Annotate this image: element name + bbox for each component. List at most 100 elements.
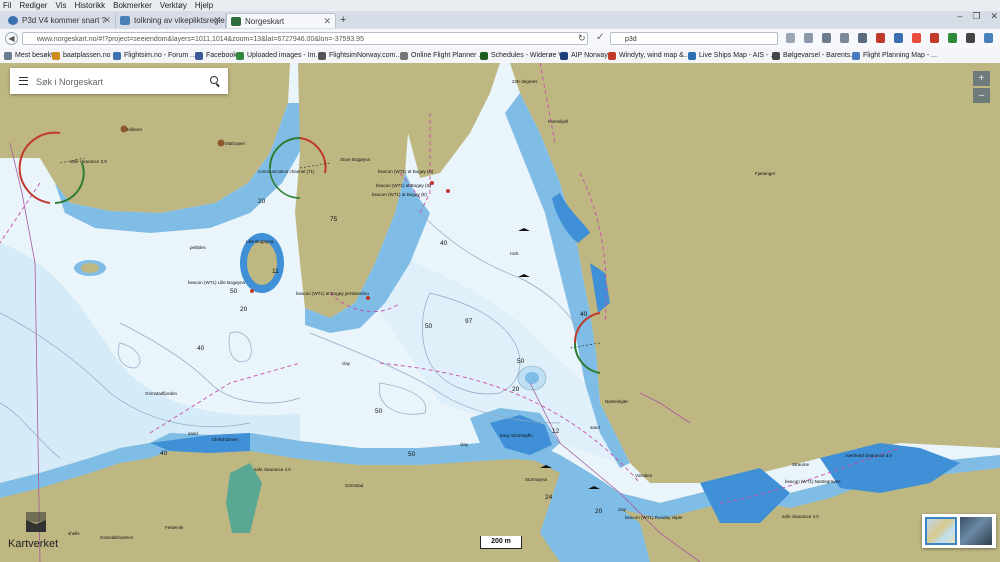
bookmark-item[interactable]: baatplassen.no	[52, 48, 110, 63]
facebook-icon	[195, 52, 203, 60]
svg-text:20: 20	[595, 508, 603, 515]
svg-text:Ulriksholmen: Ulriksholmen	[212, 437, 239, 442]
bookmark-item[interactable]: Windyty, wind map &...	[608, 48, 690, 63]
addon-icon[interactable]	[948, 33, 957, 43]
svg-text:Store Bogøyna: Store Bogøyna	[340, 157, 371, 162]
nav-bar: ◀ www.norgeskart.no/#!?project=seeiendom…	[0, 29, 1000, 49]
map-layer-thumbnail[interactable]	[925, 517, 957, 545]
menu-bookmarks[interactable]: Bokmerker	[113, 0, 152, 11]
svg-text:Vøraben: Vøraben	[635, 473, 653, 478]
back-icon[interactable]: ◀	[5, 32, 18, 45]
svg-text:Grimstadfjorden: Grimstadfjorden	[145, 391, 178, 396]
map-view[interactable]: Killeren Mathopen Store Bogøyna Lille Bo…	[0, 63, 1000, 562]
tab-vikeplikt[interactable]: tolkning av vikepliktsreglene ✕	[116, 13, 226, 28]
maximize-button[interactable]: ❐	[972, 11, 980, 22]
svg-text:pebbles: pebbles	[190, 245, 207, 250]
url-bar[interactable]: www.norgeskart.no/#!?project=seeiendom&l…	[22, 32, 588, 45]
tab-label: Norgeskart	[245, 17, 285, 26]
pocket-icon[interactable]: ✓	[596, 32, 604, 43]
svg-text:Grøndalsholmen: Grøndalsholmen	[100, 535, 134, 540]
close-icon[interactable]: ✕	[213, 13, 221, 28]
bookmark-item[interactable]: Live Ships Map - AIS - ...	[688, 48, 776, 63]
zoom-out-button[interactable]: –	[973, 88, 990, 103]
svg-text:buoy Stormøyflu: buoy Stormøyflu	[500, 433, 533, 438]
svg-text:safe clearance 3.9: safe clearance 3.9	[70, 159, 107, 164]
new-tab-button[interactable]: +	[340, 14, 346, 26]
bookmark-icon	[560, 52, 568, 60]
tab-label: tolkning av vikepliktsreglene	[134, 16, 226, 25]
bookmark-item[interactable]: Mest besøkt	[4, 48, 53, 63]
addon-icon[interactable]	[894, 33, 903, 43]
addon-icon[interactable]	[984, 33, 993, 43]
svg-text:20: 20	[258, 198, 266, 205]
svg-text:communication channel (71): communication channel (71)	[258, 169, 315, 174]
menu-help[interactable]: Hjelp	[195, 0, 213, 11]
bookmark-icon	[480, 52, 488, 60]
bookmark-icon	[318, 52, 326, 60]
menu-history[interactable]: Historikk	[74, 0, 105, 11]
adblock-icon[interactable]	[930, 33, 939, 43]
lock-icon[interactable]	[858, 33, 867, 43]
bookmark-item[interactable]: Online Flight Planner ...	[400, 48, 484, 63]
tab-p3d[interactable]: P3d V4 kommer snart ? ✕	[4, 13, 116, 28]
svg-text:Fjøsanger: Fjøsanger	[755, 171, 776, 176]
bookmark-item[interactable]: AIP Norway	[560, 48, 608, 63]
menu-tools[interactable]: Verktøy	[160, 0, 187, 11]
home-icon[interactable]	[840, 33, 849, 43]
library-icon[interactable]	[804, 33, 813, 43]
search-engine-box[interactable]: p3d	[610, 32, 778, 45]
addon-icon[interactable]	[966, 33, 975, 43]
nautical-chart[interactable]: Killeren Mathopen Store Bogøyna Lille Bo…	[0, 63, 1000, 562]
zoom-controls: + –	[973, 71, 990, 105]
toolbar-icons	[786, 33, 1000, 43]
star-icon[interactable]	[786, 33, 795, 43]
search-engine-query: p3d	[625, 36, 637, 43]
svg-text:Kviteskjell: Kviteskjell	[548, 119, 568, 124]
layer-picker	[922, 514, 996, 548]
gear-icon	[4, 52, 12, 60]
bookmark-item[interactable]: FlightsimNorway.com...	[318, 48, 401, 63]
menu-view[interactable]: Vis	[55, 0, 66, 11]
bookmark-item[interactable]: Bølgevarsel - Barents...	[772, 48, 856, 63]
close-icon[interactable]: ✕	[103, 13, 111, 28]
svg-text:50: 50	[375, 408, 383, 415]
addon-icon[interactable]	[876, 33, 885, 43]
bookmark-icon	[852, 52, 860, 60]
close-icon[interactable]: ✕	[323, 14, 331, 28]
pocket-save-icon[interactable]	[912, 33, 921, 43]
svg-text:Straume: Straume	[792, 462, 810, 467]
svg-text:clay: clay	[618, 507, 627, 512]
close-window-button[interactable]: ✕	[990, 11, 998, 22]
map-search-panel	[10, 68, 228, 94]
forum-icon	[120, 16, 130, 25]
svg-text:97: 97	[465, 318, 473, 325]
bookmark-item[interactable]: Schedules - Widerøe V...	[480, 48, 568, 63]
bookmark-item[interactable]: Flight Planning Map - ...	[852, 48, 937, 63]
hamburger-menu-icon[interactable]	[19, 77, 28, 85]
bookmark-item[interactable]: Facebook	[195, 48, 237, 63]
bookmark-item[interactable]: Uploaded images - Im...	[236, 48, 321, 63]
svg-text:beacon (WT1) Nøstegraven: beacon (WT1) Nøstegraven	[785, 479, 841, 484]
reload-icon[interactable]: ↻	[578, 33, 586, 44]
svg-text:Grimstad: Grimstad	[345, 483, 364, 488]
svg-text:12: 12	[552, 428, 560, 435]
menu-edit[interactable]: Rediger	[19, 0, 47, 11]
bookmark-icon	[688, 52, 696, 60]
bookmark-item[interactable]: Flightsim.no - Forum ...	[113, 48, 196, 63]
zoom-in-button[interactable]: +	[973, 71, 990, 86]
svg-text:Festervik: Festervik	[165, 525, 184, 530]
kartverket-logo: Kartverket	[8, 512, 68, 556]
satellite-layer-thumbnail[interactable]	[960, 517, 992, 545]
search-icon[interactable]	[210, 76, 218, 84]
svg-text:beacon (WT1) at Bogøy jernbane: beacon (WT1) at Bogøy jernbanebru	[296, 291, 370, 296]
menu-file[interactable]: Fil	[3, 0, 11, 11]
map-search-input[interactable]	[34, 72, 208, 92]
minimize-button[interactable]: –	[957, 11, 962, 22]
svg-text:beacon (WT1) at Bogøy (S): beacon (WT1) at Bogøy (S)	[376, 183, 432, 188]
svg-text:rock: rock	[510, 251, 519, 256]
svg-text:shells: shells	[68, 531, 80, 536]
tab-norgeskart[interactable]: Norgeskart ✕	[226, 13, 336, 28]
svg-text:clay: clay	[342, 361, 351, 366]
download-icon[interactable]	[822, 33, 831, 43]
svg-text:overhead clearance 3.0: overhead clearance 3.0	[845, 453, 893, 458]
